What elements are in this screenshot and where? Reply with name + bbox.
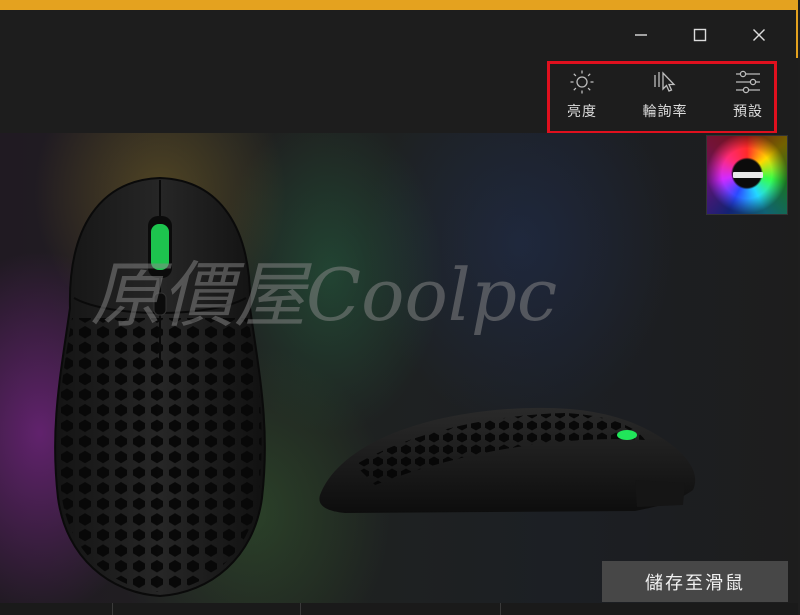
divider (112, 603, 113, 615)
minimize-icon (635, 34, 647, 36)
maximize-icon (693, 28, 707, 42)
mouse-top-view-image (54, 176, 266, 598)
close-button[interactable] (744, 22, 774, 48)
minimize-button[interactable] (626, 22, 656, 48)
rgb-wallpaper-thumbnail[interactable] (706, 135, 788, 215)
toolbar-item-polling-rate[interactable]: 輪詢率 (635, 67, 695, 127)
sliders-icon (736, 70, 760, 94)
save-to-mouse-button[interactable]: 儲存至滑鼠 (602, 561, 788, 602)
cursor-click-icon (654, 71, 676, 92)
toolbar-item-brightness[interactable]: 亮度 (552, 67, 612, 127)
divider (300, 603, 301, 615)
maximize-button[interactable] (685, 22, 715, 48)
toolbar-item-label: 輪詢率 (642, 104, 688, 120)
device-preview (0, 133, 798, 603)
title-bar (0, 10, 798, 58)
toolbar-item-label: 預設 (733, 104, 763, 120)
toolbar-item-presets[interactable]: 預設 (718, 67, 778, 127)
toolbar-item-label: 亮度 (567, 104, 597, 120)
status-bar (0, 603, 798, 615)
close-icon (753, 29, 765, 41)
brand-logo (733, 172, 763, 178)
sun-icon (570, 70, 594, 94)
divider (500, 603, 501, 615)
mouse-side-view-image (319, 407, 696, 513)
